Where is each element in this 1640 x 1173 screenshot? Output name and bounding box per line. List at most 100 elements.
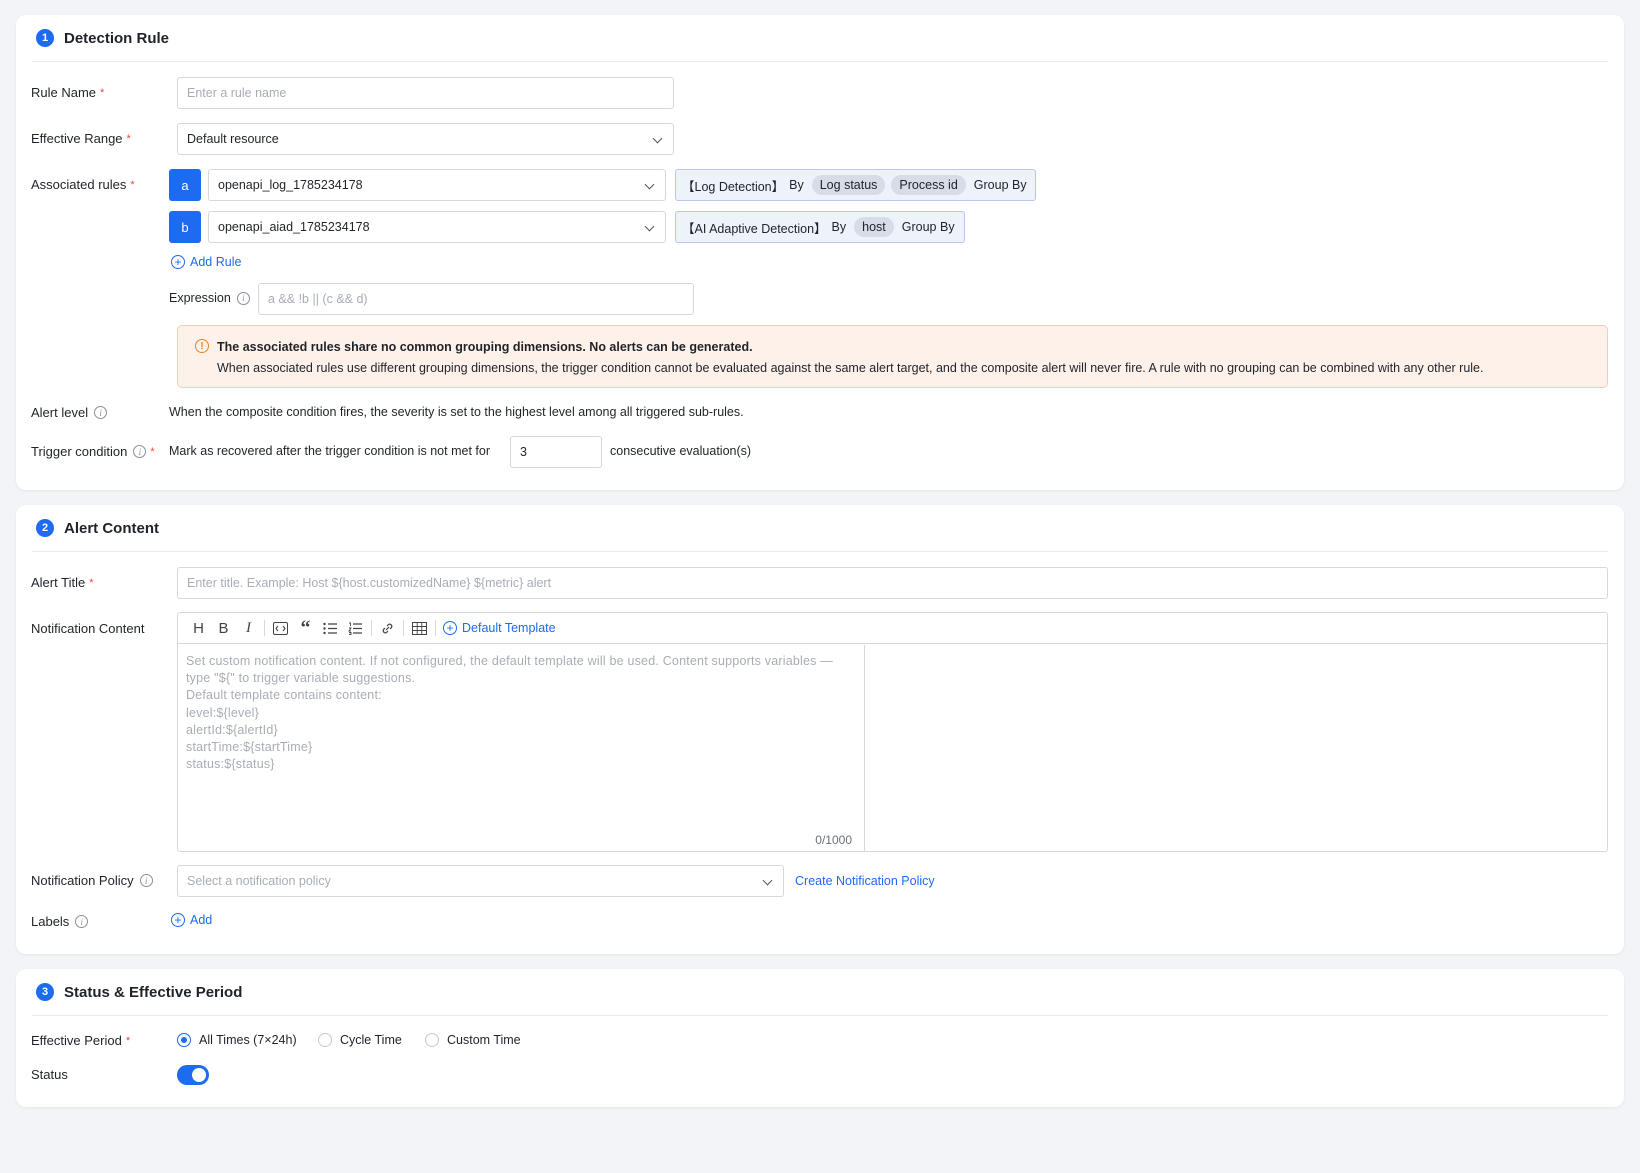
rule-letter-badge: b: [169, 211, 201, 243]
rule-name-label: Rule Name *: [31, 85, 104, 100]
plus-circle-icon: +: [171, 913, 185, 927]
effective-range-select[interactable]: Default resource: [177, 123, 674, 155]
rule-type: 【AI Adaptive Detection】: [682, 221, 827, 236]
link-icon[interactable]: [375, 618, 400, 638]
info-icon[interactable]: i: [139, 874, 153, 887]
label-text: Effective Range: [31, 131, 123, 146]
info-icon[interactable]: i: [133, 445, 147, 458]
code-block-icon[interactable]: [268, 618, 293, 638]
editor-placeholder: Set custom notification content. If not …: [186, 654, 833, 772]
required-mark: *: [89, 576, 94, 589]
toolbar-separator: [371, 620, 372, 636]
rule-name-input[interactable]: Enter a rule name: [177, 77, 674, 109]
plus-circle-icon: +: [171, 255, 185, 269]
group-by-text: Group By: [973, 178, 1027, 192]
label-text: Expression: [169, 291, 231, 305]
group-tag: Process id: [891, 175, 966, 195]
trigger-prefix-text: Mark as recovered after the trigger cond…: [169, 444, 490, 458]
link-text: Add Rule: [190, 255, 242, 269]
notification-editor: H B I “ + Default Template Set custom no…: [177, 612, 1608, 852]
toolbar-separator: [264, 620, 265, 636]
required-mark: *: [150, 445, 155, 458]
toolbar-separator: [403, 620, 404, 636]
link-text: Default Template: [462, 621, 556, 635]
by-text: By: [831, 220, 847, 234]
select-value: Default resource: [187, 132, 279, 146]
ordered-list-icon[interactable]: [343, 618, 368, 638]
default-template-button[interactable]: + Default Template: [443, 621, 556, 635]
char-counter: 0/1000: [815, 833, 852, 847]
warning-icon: !: [195, 339, 209, 353]
notification-policy-label: Notification Policy i: [31, 873, 153, 888]
trigger-condition-label: Trigger condition i *: [31, 444, 155, 459]
label-text: Trigger condition: [31, 444, 128, 459]
associated-rules-label: Associated rules *: [31, 177, 135, 192]
quote-icon[interactable]: “: [293, 617, 318, 639]
labels-label: Labels i: [31, 914, 89, 929]
radio-dot: [177, 1033, 191, 1047]
rule-select-a[interactable]: openapi_log_1785234178: [208, 169, 666, 201]
label-text: Alert Title: [31, 575, 86, 590]
label-text: Rule Name: [31, 85, 97, 100]
expression-label: Expression i: [169, 291, 250, 305]
add-label-button[interactable]: + Add: [171, 913, 212, 927]
alert-title-label: Alert Title *: [31, 575, 93, 590]
status-toggle[interactable]: [177, 1065, 209, 1085]
italic-icon[interactable]: I: [236, 618, 261, 638]
rule-letter-badge: a: [169, 169, 201, 201]
rule-select-b[interactable]: openapi_aiad_1785234178: [208, 211, 666, 243]
warning-body: When associated rules use different grou…: [217, 361, 1484, 375]
bold-icon[interactable]: B: [211, 618, 236, 638]
warning-alert: ! The associated rules share no common g…: [177, 325, 1608, 388]
chevron-down-icon: [652, 133, 663, 144]
required-mark: *: [100, 86, 105, 99]
heading-icon[interactable]: H: [186, 618, 211, 638]
label-text: Status: [31, 1067, 68, 1082]
table-icon[interactable]: [407, 618, 432, 638]
required-mark: *: [126, 132, 131, 145]
bullet-list-icon[interactable]: [318, 618, 343, 638]
select-placeholder: Select a notification policy: [187, 874, 331, 888]
info-icon[interactable]: i: [236, 291, 250, 305]
alert-level-text: When the composite condition fires, the …: [169, 405, 744, 419]
notification-content-label: Notification Content: [31, 621, 144, 636]
expression-input[interactable]: a && !b || (c && d): [258, 283, 694, 315]
label-text: Alert level: [31, 405, 89, 420]
radio-cycle-time[interactable]: Cycle Time: [318, 1033, 402, 1047]
create-notification-policy-link[interactable]: Create Notification Policy: [795, 874, 935, 888]
label-text: Notification Content: [31, 621, 145, 636]
required-mark: *: [130, 178, 135, 191]
link-text: Add: [190, 913, 213, 927]
radio-dot: [318, 1033, 332, 1047]
select-value: openapi_aiad_1785234178: [218, 220, 370, 234]
chevron-down-icon: [644, 221, 655, 232]
radio-all-times[interactable]: All Times (7×24h): [177, 1033, 297, 1047]
label-text: Notification Policy: [31, 873, 134, 888]
trigger-count-input[interactable]: 3: [510, 436, 602, 468]
effective-period-label: Effective Period *: [31, 1033, 130, 1048]
form-layer: Rule Name * Enter a rule name Effective R…: [16, 0, 1624, 1173]
editor-toolbar: H B I “ + Default Template: [178, 613, 1607, 644]
editor-textarea[interactable]: Set custom notification content. If not …: [178, 645, 865, 851]
info-icon[interactable]: i: [94, 406, 108, 419]
radio-label: All Times (7×24h): [199, 1033, 297, 1047]
radio-custom-time[interactable]: Custom Time: [425, 1033, 521, 1047]
add-rule-button[interactable]: + Add Rule: [171, 255, 241, 269]
alert-title-input[interactable]: Enter title. Example: Host ${host.custom…: [177, 567, 1608, 599]
rule-description-a: 【Log Detection】 By Log status Process id…: [675, 169, 1036, 201]
plus-circle-icon: +: [443, 621, 457, 635]
by-text: By: [789, 178, 804, 192]
select-value: openapi_log_1785234178: [218, 178, 363, 192]
chevron-down-icon: [644, 179, 655, 190]
label-text: Associated rules: [31, 177, 127, 192]
rule-description-b: 【AI Adaptive Detection】 By host Group By: [675, 211, 965, 243]
chevron-down-icon: [762, 875, 773, 886]
group-by-text: Group By: [901, 220, 955, 234]
label-text: Labels: [31, 914, 70, 929]
label-text: Effective Period: [31, 1033, 122, 1048]
radio-label: Cycle Time: [340, 1033, 402, 1047]
notification-policy-select[interactable]: Select a notification policy: [177, 865, 784, 897]
group-tag: Log status: [811, 175, 886, 195]
radio-label: Custom Time: [447, 1033, 521, 1047]
info-icon[interactable]: i: [75, 915, 89, 928]
